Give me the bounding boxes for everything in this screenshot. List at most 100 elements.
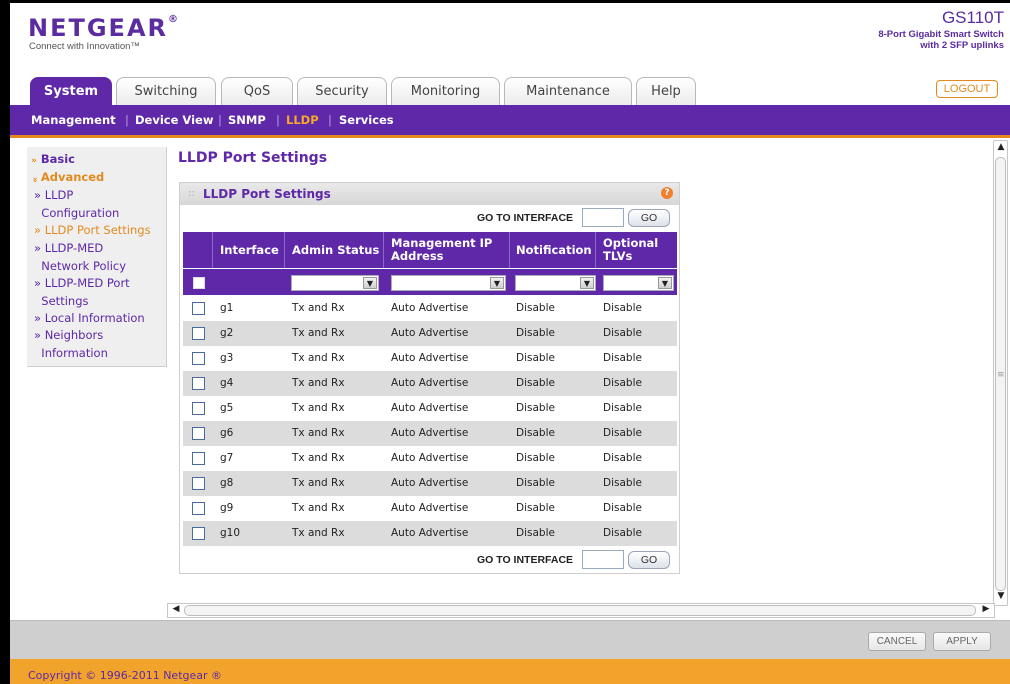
cell-management-ip: Auto Advertise <box>391 327 469 339</box>
notification-filter-select[interactable]: ▼ <box>515 275 596 291</box>
panel-header: :: LLDP Port Settings ? <box>180 183 679 205</box>
table-row[interactable]: g10 Tx and Rx Auto Advertise Disable Disable <box>183 521 677 546</box>
sidebar-item-basic[interactable]: » Basic <box>31 151 75 171</box>
goto-interface-input[interactable] <box>582 208 624 227</box>
subnav-management[interactable]: Management <box>31 113 116 127</box>
scroll-left-icon[interactable]: ◀ <box>169 604 183 617</box>
row-checkbox[interactable] <box>192 402 205 415</box>
table-row[interactable]: g8 Tx and Rx Auto Advertise Disable Disable <box>183 471 677 496</box>
cell-management-ip: Auto Advertise <box>391 477 469 489</box>
row-checkbox[interactable] <box>192 477 205 490</box>
subnav-divider <box>10 135 1010 138</box>
sidebar-item-lldp-med-port-settings[interactable]: » LLDP-MED Port Settings <box>34 275 130 310</box>
apply-button[interactable]: APPLY <box>933 632 991 651</box>
col-header-management-ip[interactable]: Management IP Address <box>391 232 507 268</box>
table-row[interactable]: g2 Tx and Rx Auto Advertise Disable Disable <box>183 321 677 346</box>
tab-security[interactable]: Security <box>297 77 387 105</box>
scroll-up-icon[interactable]: ▲ <box>995 142 1007 156</box>
cell-interface: g6 <box>220 427 234 439</box>
cell-management-ip: Auto Advertise <box>391 452 469 464</box>
vertical-scrollbar[interactable]: ▲ ≡ ▼ <box>993 140 1008 606</box>
cell-optional-tlvs: Disable <box>603 302 642 314</box>
tab-qos[interactable]: QoS <box>221 77 293 105</box>
col-header-admin-status[interactable]: Admin Status <box>292 232 380 268</box>
cell-admin-status: Tx and Rx <box>292 377 345 389</box>
cell-management-ip: Auto Advertise <box>391 377 469 389</box>
cell-interface: g4 <box>220 377 234 389</box>
goto-interface-label: GO TO INTERFACE <box>477 212 574 224</box>
scroll-right-icon[interactable]: ▶ <box>979 604 993 617</box>
select-all-checkbox[interactable] <box>193 277 205 289</box>
row-checkbox[interactable] <box>192 327 205 340</box>
cell-notification: Disable <box>516 352 555 364</box>
sidebar-item-neighbors-information[interactable]: » Neighbors Information <box>34 327 108 362</box>
page-title: LLDP Port Settings <box>178 150 328 166</box>
subnav-services[interactable]: Services <box>339 113 394 127</box>
column-divider <box>383 232 384 268</box>
cell-interface: g1 <box>220 302 234 314</box>
cell-management-ip: Auto Advertise <box>391 527 469 539</box>
table-row[interactable]: g5 Tx and Rx Auto Advertise Disable Disable <box>183 396 677 421</box>
cell-optional-tlvs: Disable <box>603 327 642 339</box>
table-row[interactable]: g4 Tx and Rx Auto Advertise Disable Disable <box>183 371 677 396</box>
col-header-notification[interactable]: Notification <box>516 232 594 268</box>
col-header-optional-tlvs[interactable]: Optional TLVs <box>603 232 673 268</box>
row-checkbox[interactable] <box>192 452 205 465</box>
tagline: Connect with Innovation™ <box>29 41 140 52</box>
table-row[interactable]: g1 Tx and Rx Auto Advertise Disable Disable <box>183 296 677 321</box>
go-button[interactable]: GO <box>628 209 670 227</box>
frame-left-border <box>0 0 10 684</box>
goto-interface-input-bottom[interactable] <box>582 550 624 569</box>
management-ip-filter-select[interactable]: ▼ <box>391 275 506 291</box>
netgear-logo: NETGEAR® <box>28 14 178 42</box>
sidebar-item-advanced[interactable]: » Advanced <box>30 169 105 189</box>
tab-switching[interactable]: Switching <box>116 77 216 105</box>
subnav-lldp[interactable]: LLDP <box>286 113 319 127</box>
tab-monitoring[interactable]: Monitoring <box>391 77 500 105</box>
cell-notification: Disable <box>516 452 555 464</box>
sidebar-item-local-information[interactable]: » Local Information <box>34 310 145 328</box>
chevron-down-icon: ▼ <box>658 277 672 289</box>
cell-optional-tlvs: Disable <box>603 502 642 514</box>
help-icon[interactable]: ? <box>661 187 673 199</box>
table-header: Interface Admin Status Management IP Add… <box>183 232 677 268</box>
col-header-interface[interactable]: Interface <box>220 232 284 268</box>
row-checkbox[interactable] <box>192 352 205 365</box>
sidebar-item-lldp-med-network-policy[interactable]: » LLDP-MED Network Policy <box>34 240 126 275</box>
row-checkbox[interactable] <box>192 527 205 540</box>
tab-system[interactable]: System <box>30 77 112 106</box>
logout-button[interactable]: LOGOUT <box>936 80 998 98</box>
cell-admin-status: Tx and Rx <box>292 477 345 489</box>
table-row[interactable]: g3 Tx and Rx Auto Advertise Disable Disable <box>183 346 677 371</box>
cell-interface: g9 <box>220 502 234 514</box>
tab-help[interactable]: Help <box>636 77 696 105</box>
optional-tlvs-filter-select[interactable]: ▼ <box>603 275 674 291</box>
cell-interface: g8 <box>220 477 234 489</box>
panel-title: LLDP Port Settings <box>203 187 331 201</box>
sidebar-item-lldp-port-settings[interactable]: » LLDP Port Settings <box>34 222 151 240</box>
chevron-down-icon: ▼ <box>363 277 377 289</box>
scroll-down-icon[interactable]: ▼ <box>995 591 1007 605</box>
cell-notification: Disable <box>516 427 555 439</box>
cell-admin-status: Tx and Rx <box>292 327 345 339</box>
admin-status-filter-select[interactable]: ▼ <box>291 275 379 291</box>
row-checkbox[interactable] <box>192 302 205 315</box>
cell-management-ip: Auto Advertise <box>391 352 469 364</box>
horizontal-scrollbar[interactable]: ◀ ▶ <box>167 603 995 618</box>
subnav-separator: | <box>276 113 280 127</box>
sidebar-item-lldp-configuration[interactable]: » LLDP Configuration <box>34 187 119 222</box>
cell-optional-tlvs: Disable <box>603 427 642 439</box>
row-checkbox[interactable] <box>192 427 205 440</box>
cancel-button[interactable]: CANCEL <box>868 632 926 651</box>
table-row[interactable]: g7 Tx and Rx Auto Advertise Disable Disable <box>183 446 677 471</box>
subnav-snmp[interactable]: SNMP <box>228 113 266 127</box>
table-row[interactable]: g6 Tx and Rx Auto Advertise Disable Disable <box>183 421 677 446</box>
row-checkbox[interactable] <box>192 502 205 515</box>
tab-maintenance[interactable]: Maintenance <box>504 77 632 105</box>
horizontal-scroll-thumb[interactable] <box>184 605 976 616</box>
vertical-scroll-thumb[interactable]: ≡ <box>995 157 1006 591</box>
subnav-device-view[interactable]: Device View <box>135 113 213 127</box>
table-row[interactable]: g9 Tx and Rx Auto Advertise Disable Disable <box>183 496 677 521</box>
row-checkbox[interactable] <box>192 377 205 390</box>
go-button-bottom[interactable]: GO <box>628 551 670 569</box>
